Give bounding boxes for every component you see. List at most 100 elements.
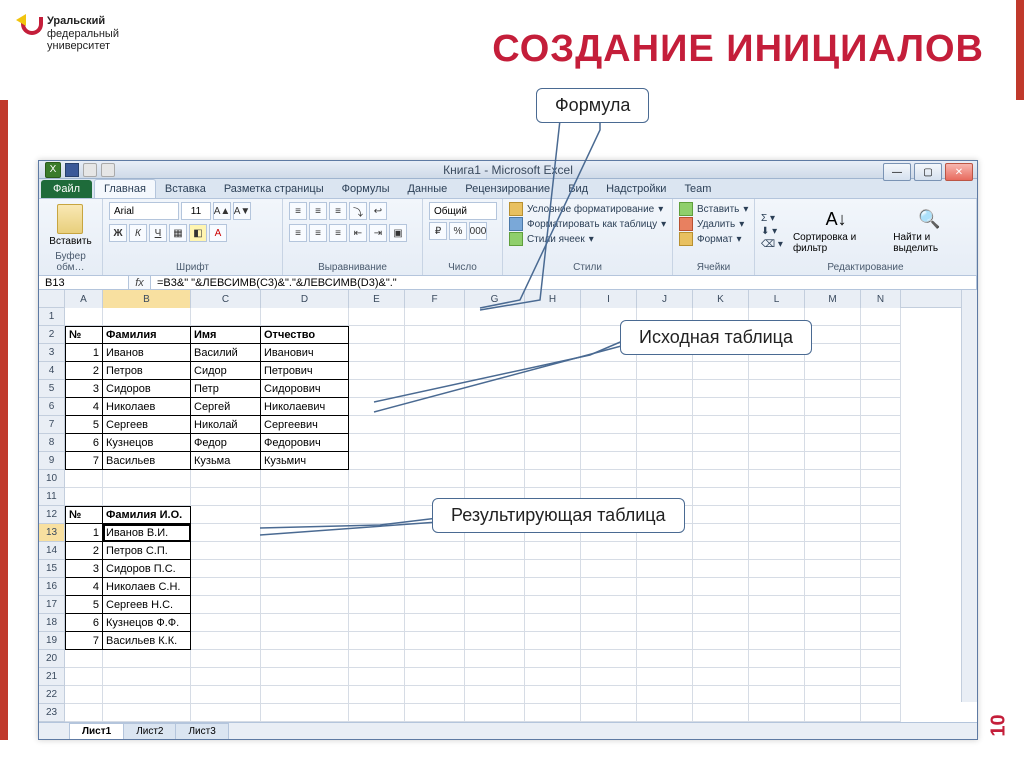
redo-icon[interactable]: [101, 163, 115, 177]
cell[interactable]: [465, 344, 525, 362]
cell[interactable]: [805, 506, 861, 524]
cell[interactable]: [191, 686, 261, 704]
cell[interactable]: [805, 632, 861, 650]
cell[interactable]: [191, 668, 261, 686]
name-box[interactable]: B13: [39, 276, 129, 289]
cell[interactable]: [405, 596, 465, 614]
cell[interactable]: [349, 542, 405, 560]
cell[interactable]: [525, 326, 581, 344]
format-as-table-button[interactable]: Форматировать как таблицу ▾: [509, 217, 666, 231]
cell[interactable]: [349, 380, 405, 398]
cell[interactable]: [581, 632, 637, 650]
cell[interactable]: [749, 596, 805, 614]
cell[interactable]: [637, 398, 693, 416]
cell[interactable]: [349, 524, 405, 542]
column-header[interactable]: A: [65, 290, 103, 308]
row-header[interactable]: 4: [39, 362, 64, 380]
column-header[interactable]: L: [749, 290, 805, 308]
percent-icon[interactable]: %: [449, 222, 467, 240]
cell[interactable]: [103, 668, 191, 686]
cell[interactable]: [465, 326, 525, 344]
cell[interactable]: [191, 650, 261, 668]
sheet-tab-2[interactable]: Лист2: [123, 723, 176, 739]
wrap-icon[interactable]: ↩: [369, 202, 387, 220]
cell[interactable]: Сидор: [191, 362, 261, 380]
cell[interactable]: 3: [65, 560, 103, 578]
row-header[interactable]: 9: [39, 452, 64, 470]
cell[interactable]: [693, 398, 749, 416]
cell[interactable]: [191, 614, 261, 632]
cell[interactable]: [349, 470, 405, 488]
cell[interactable]: [465, 668, 525, 686]
cell[interactable]: [261, 470, 349, 488]
cell[interactable]: 1: [65, 524, 103, 542]
cell[interactable]: [465, 686, 525, 704]
bold-button[interactable]: Ж: [109, 224, 127, 242]
cell[interactable]: [749, 524, 805, 542]
cell[interactable]: [349, 416, 405, 434]
cell-styles-button[interactable]: Стили ячеек ▾: [509, 232, 594, 246]
font-color-button[interactable]: A: [209, 224, 227, 242]
vertical-scrollbar[interactable]: [961, 290, 977, 702]
cell[interactable]: 6: [65, 614, 103, 632]
cell[interactable]: [805, 434, 861, 452]
cell[interactable]: Фамилия: [103, 326, 191, 344]
cell[interactable]: [465, 560, 525, 578]
cell[interactable]: [349, 704, 405, 722]
cell[interactable]: [581, 596, 637, 614]
cell[interactable]: [349, 650, 405, 668]
cell[interactable]: [861, 578, 901, 596]
cell[interactable]: [65, 668, 103, 686]
cell[interactable]: [861, 470, 901, 488]
cell[interactable]: [749, 380, 805, 398]
cell[interactable]: [191, 524, 261, 542]
tab-data[interactable]: Данные: [398, 180, 456, 198]
cell[interactable]: [525, 416, 581, 434]
cell[interactable]: 2: [65, 362, 103, 380]
number-format-select[interactable]: Общий: [429, 202, 497, 220]
cell[interactable]: [693, 452, 749, 470]
cell[interactable]: [805, 668, 861, 686]
decrease-font-icon[interactable]: A▼: [233, 202, 251, 220]
cell[interactable]: [805, 524, 861, 542]
cell[interactable]: [805, 344, 861, 362]
cell[interactable]: Николаевич: [261, 398, 349, 416]
cell[interactable]: [693, 596, 749, 614]
cell[interactable]: [861, 326, 901, 344]
cell[interactable]: [861, 614, 901, 632]
cell[interactable]: Иванов В.И.: [103, 524, 191, 542]
cell[interactable]: Иванов: [103, 344, 191, 362]
cell[interactable]: [861, 596, 901, 614]
column-header[interactable]: G: [465, 290, 525, 308]
cell[interactable]: [805, 614, 861, 632]
row-header[interactable]: 20: [39, 650, 64, 668]
cell[interactable]: [405, 632, 465, 650]
row-header[interactable]: 13: [39, 524, 64, 542]
cell[interactable]: [861, 704, 901, 722]
cell[interactable]: [525, 308, 581, 326]
increase-font-icon[interactable]: A▲: [213, 202, 231, 220]
cell[interactable]: [581, 452, 637, 470]
cell[interactable]: [261, 650, 349, 668]
format-cells-button[interactable]: Формат ▾: [679, 232, 742, 246]
underline-button[interactable]: Ч: [149, 224, 167, 242]
cell[interactable]: [65, 470, 103, 488]
cell[interactable]: [191, 488, 261, 506]
cell[interactable]: [581, 398, 637, 416]
cell[interactable]: [637, 434, 693, 452]
cell[interactable]: [465, 578, 525, 596]
cell[interactable]: Петрович: [261, 362, 349, 380]
cell[interactable]: [525, 434, 581, 452]
border-button[interactable]: ▦: [169, 224, 187, 242]
cell[interactable]: [861, 560, 901, 578]
cell[interactable]: [581, 380, 637, 398]
cell[interactable]: [749, 416, 805, 434]
cell[interactable]: [581, 470, 637, 488]
cell[interactable]: [693, 380, 749, 398]
cell[interactable]: [749, 686, 805, 704]
row-header[interactable]: 7: [39, 416, 64, 434]
cell[interactable]: [465, 650, 525, 668]
cell[interactable]: [525, 578, 581, 596]
close-button[interactable]: ✕: [945, 163, 973, 181]
row-header[interactable]: 17: [39, 596, 64, 614]
